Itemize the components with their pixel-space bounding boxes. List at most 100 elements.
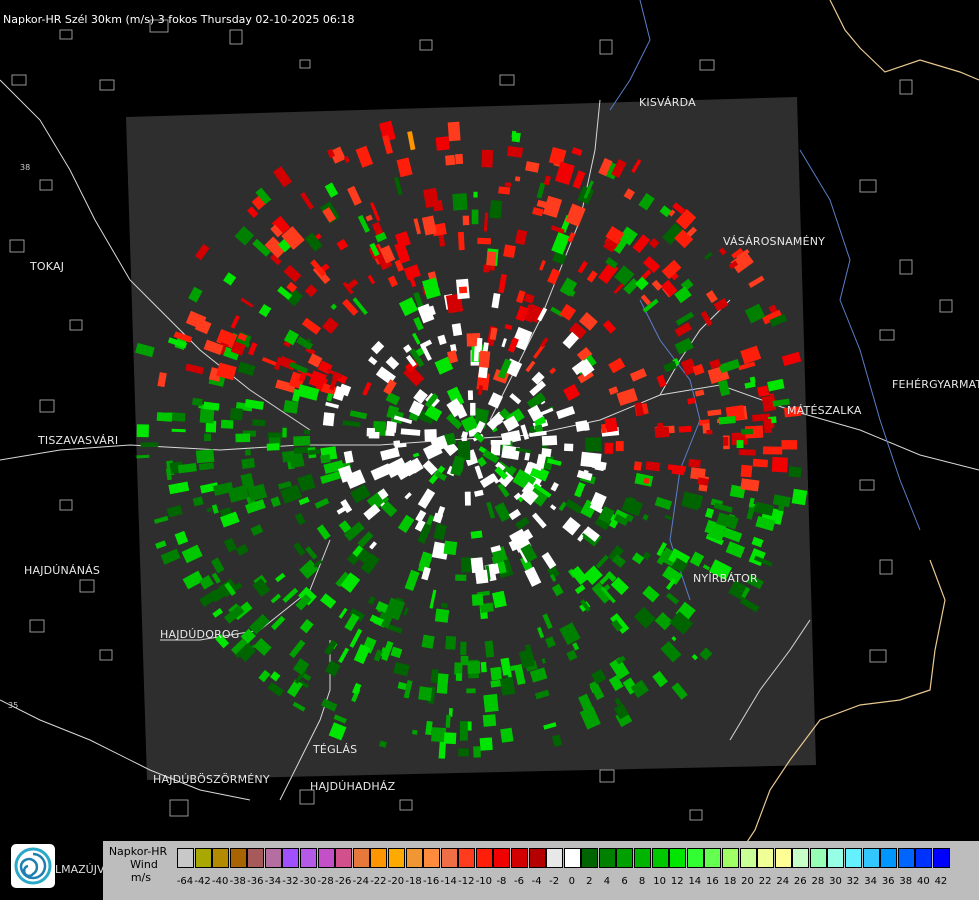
radar-echo-cell: [781, 440, 798, 450]
legend-swatch: [704, 848, 722, 868]
radar-echo-cell: [452, 193, 468, 211]
radar-echo-cell: [386, 421, 397, 433]
radar-echo-cell: [481, 149, 494, 168]
legend-swatch: [844, 848, 862, 868]
radar-echo-cell: [478, 350, 491, 368]
legend-swatch: [212, 848, 230, 868]
legend-swatch: [528, 848, 546, 868]
legend-tick-label: -16: [422, 876, 440, 887]
radar-echo-cell: [443, 732, 457, 745]
road-number-35: 35: [8, 701, 18, 710]
legend-tick-label: 42: [934, 876, 948, 887]
radar-echo-cell: [467, 390, 474, 401]
radar-echo-cell: [457, 231, 465, 251]
legend-swatch: [581, 848, 599, 868]
radar-map: 38 35: [0, 0, 979, 846]
radar-echo-cell: [466, 688, 476, 694]
legend-swatch: [669, 848, 687, 868]
radar-echo-cell: [511, 132, 521, 143]
radar-echo-cell: [470, 402, 476, 416]
radar-echo-cell: [460, 641, 467, 656]
radar-echo-cell: [633, 461, 642, 471]
legend-swatch: [264, 848, 282, 868]
legend-tick-label: 8: [638, 876, 646, 887]
radar-echo-cell: [471, 593, 484, 606]
radar-echo-cell: [418, 686, 433, 701]
city-hajdunanas: HAJDÚNÁNÁS: [24, 564, 101, 577]
radar-echo-cell: [455, 153, 464, 165]
radar-echo-cell: [434, 608, 450, 623]
legend-tick-label: 22: [758, 876, 772, 887]
legend-tick-label: -4: [531, 876, 542, 887]
legend-swatch: [827, 848, 845, 868]
radar-echo-cell: [462, 215, 470, 226]
radar-echo-cell: [741, 428, 753, 435]
radar-echo-cell: [718, 415, 736, 425]
radar-echo-cell: [722, 436, 729, 446]
legend-tick-label: -40: [211, 876, 229, 887]
legend-tick-label: 18: [723, 876, 737, 887]
legend-title: Napkor-HR Wind m/s: [103, 845, 173, 884]
radar-echo-cell: [762, 446, 783, 455]
legend-tick-label: 38: [899, 876, 913, 887]
radar-echo-cell: [791, 488, 808, 506]
legend-swatch: [405, 848, 423, 868]
legend-tick-label: -10: [475, 876, 493, 887]
legend-tick-label: -34: [264, 876, 282, 887]
legend-swatch: [809, 848, 827, 868]
legend-swatch: [862, 848, 880, 868]
legend-tick-label: -64: [176, 876, 194, 887]
radar-echo-cell: [283, 400, 299, 414]
radar-echo-cell: [564, 443, 574, 452]
radar-echo-cell: [235, 433, 251, 443]
radar-echo-cell: [585, 437, 602, 452]
radar-echo-cell: [266, 443, 280, 451]
city-hajduboszormeny: HAJDÚBÖSZÖRMÉNY: [153, 773, 270, 786]
legend-line-1: Napkor-HR: [108, 845, 168, 858]
radar-echo-cell: [443, 540, 458, 556]
legend-tick-label: -8: [496, 876, 507, 887]
radar-echo-cell: [156, 412, 173, 422]
legend-tick-label: -14: [440, 876, 457, 887]
legend-tick-label: 14: [688, 876, 702, 887]
legend-line-3: m/s: [130, 871, 151, 884]
radar-echo-cell: [483, 693, 499, 713]
radar-echo-cell: [431, 727, 447, 743]
radar-echo-cell: [474, 569, 489, 585]
legend-swatch: [177, 848, 194, 868]
legend-tick-label: 20: [741, 876, 754, 887]
radar-echo-cell: [244, 449, 251, 456]
legend-line-2: Wind: [130, 858, 158, 871]
radar-echo-cell: [736, 440, 744, 448]
radar-echo-cell: [771, 456, 788, 473]
road-number-38: 38: [20, 163, 30, 172]
radar-echo-cell: [136, 424, 149, 438]
map-title: Napkor-HR Szél 30km (m/s) 3 fokos Thursd…: [3, 13, 355, 26]
radar-echo-cell: [752, 458, 769, 468]
radar-echo-cell: [477, 237, 492, 245]
radar-echo-cell: [454, 662, 463, 675]
radar-echo-cell: [252, 419, 266, 427]
legend-swatch: [880, 848, 898, 868]
legend-tick-label: -38: [229, 876, 246, 887]
radar-echo-cell: [455, 673, 463, 681]
radar-echo-cell: [322, 412, 335, 427]
legend-swatch: [546, 848, 564, 868]
legend-swatch: [493, 848, 511, 868]
legend-tick-label: 34: [864, 876, 877, 887]
legend-tick-label: -18: [405, 876, 422, 887]
radar-echo-cell: [191, 397, 203, 407]
radar-echo-cell: [490, 666, 503, 681]
legend-swatch: [721, 848, 739, 868]
legend-tick-label: -42: [194, 876, 211, 887]
legend-tick-label: 6: [621, 876, 628, 887]
legend-swatch: [423, 848, 441, 868]
legend-swatch: [510, 848, 528, 868]
legend-swatch: [915, 848, 933, 868]
legend-swatch: [616, 848, 634, 868]
radar-echo-cell: [447, 121, 461, 142]
legend-tick-label: 32: [846, 876, 860, 887]
legend-tick-label: 0: [568, 876, 575, 887]
radar-echo-cell: [293, 435, 311, 446]
legend-tick-label: 12: [670, 876, 684, 887]
